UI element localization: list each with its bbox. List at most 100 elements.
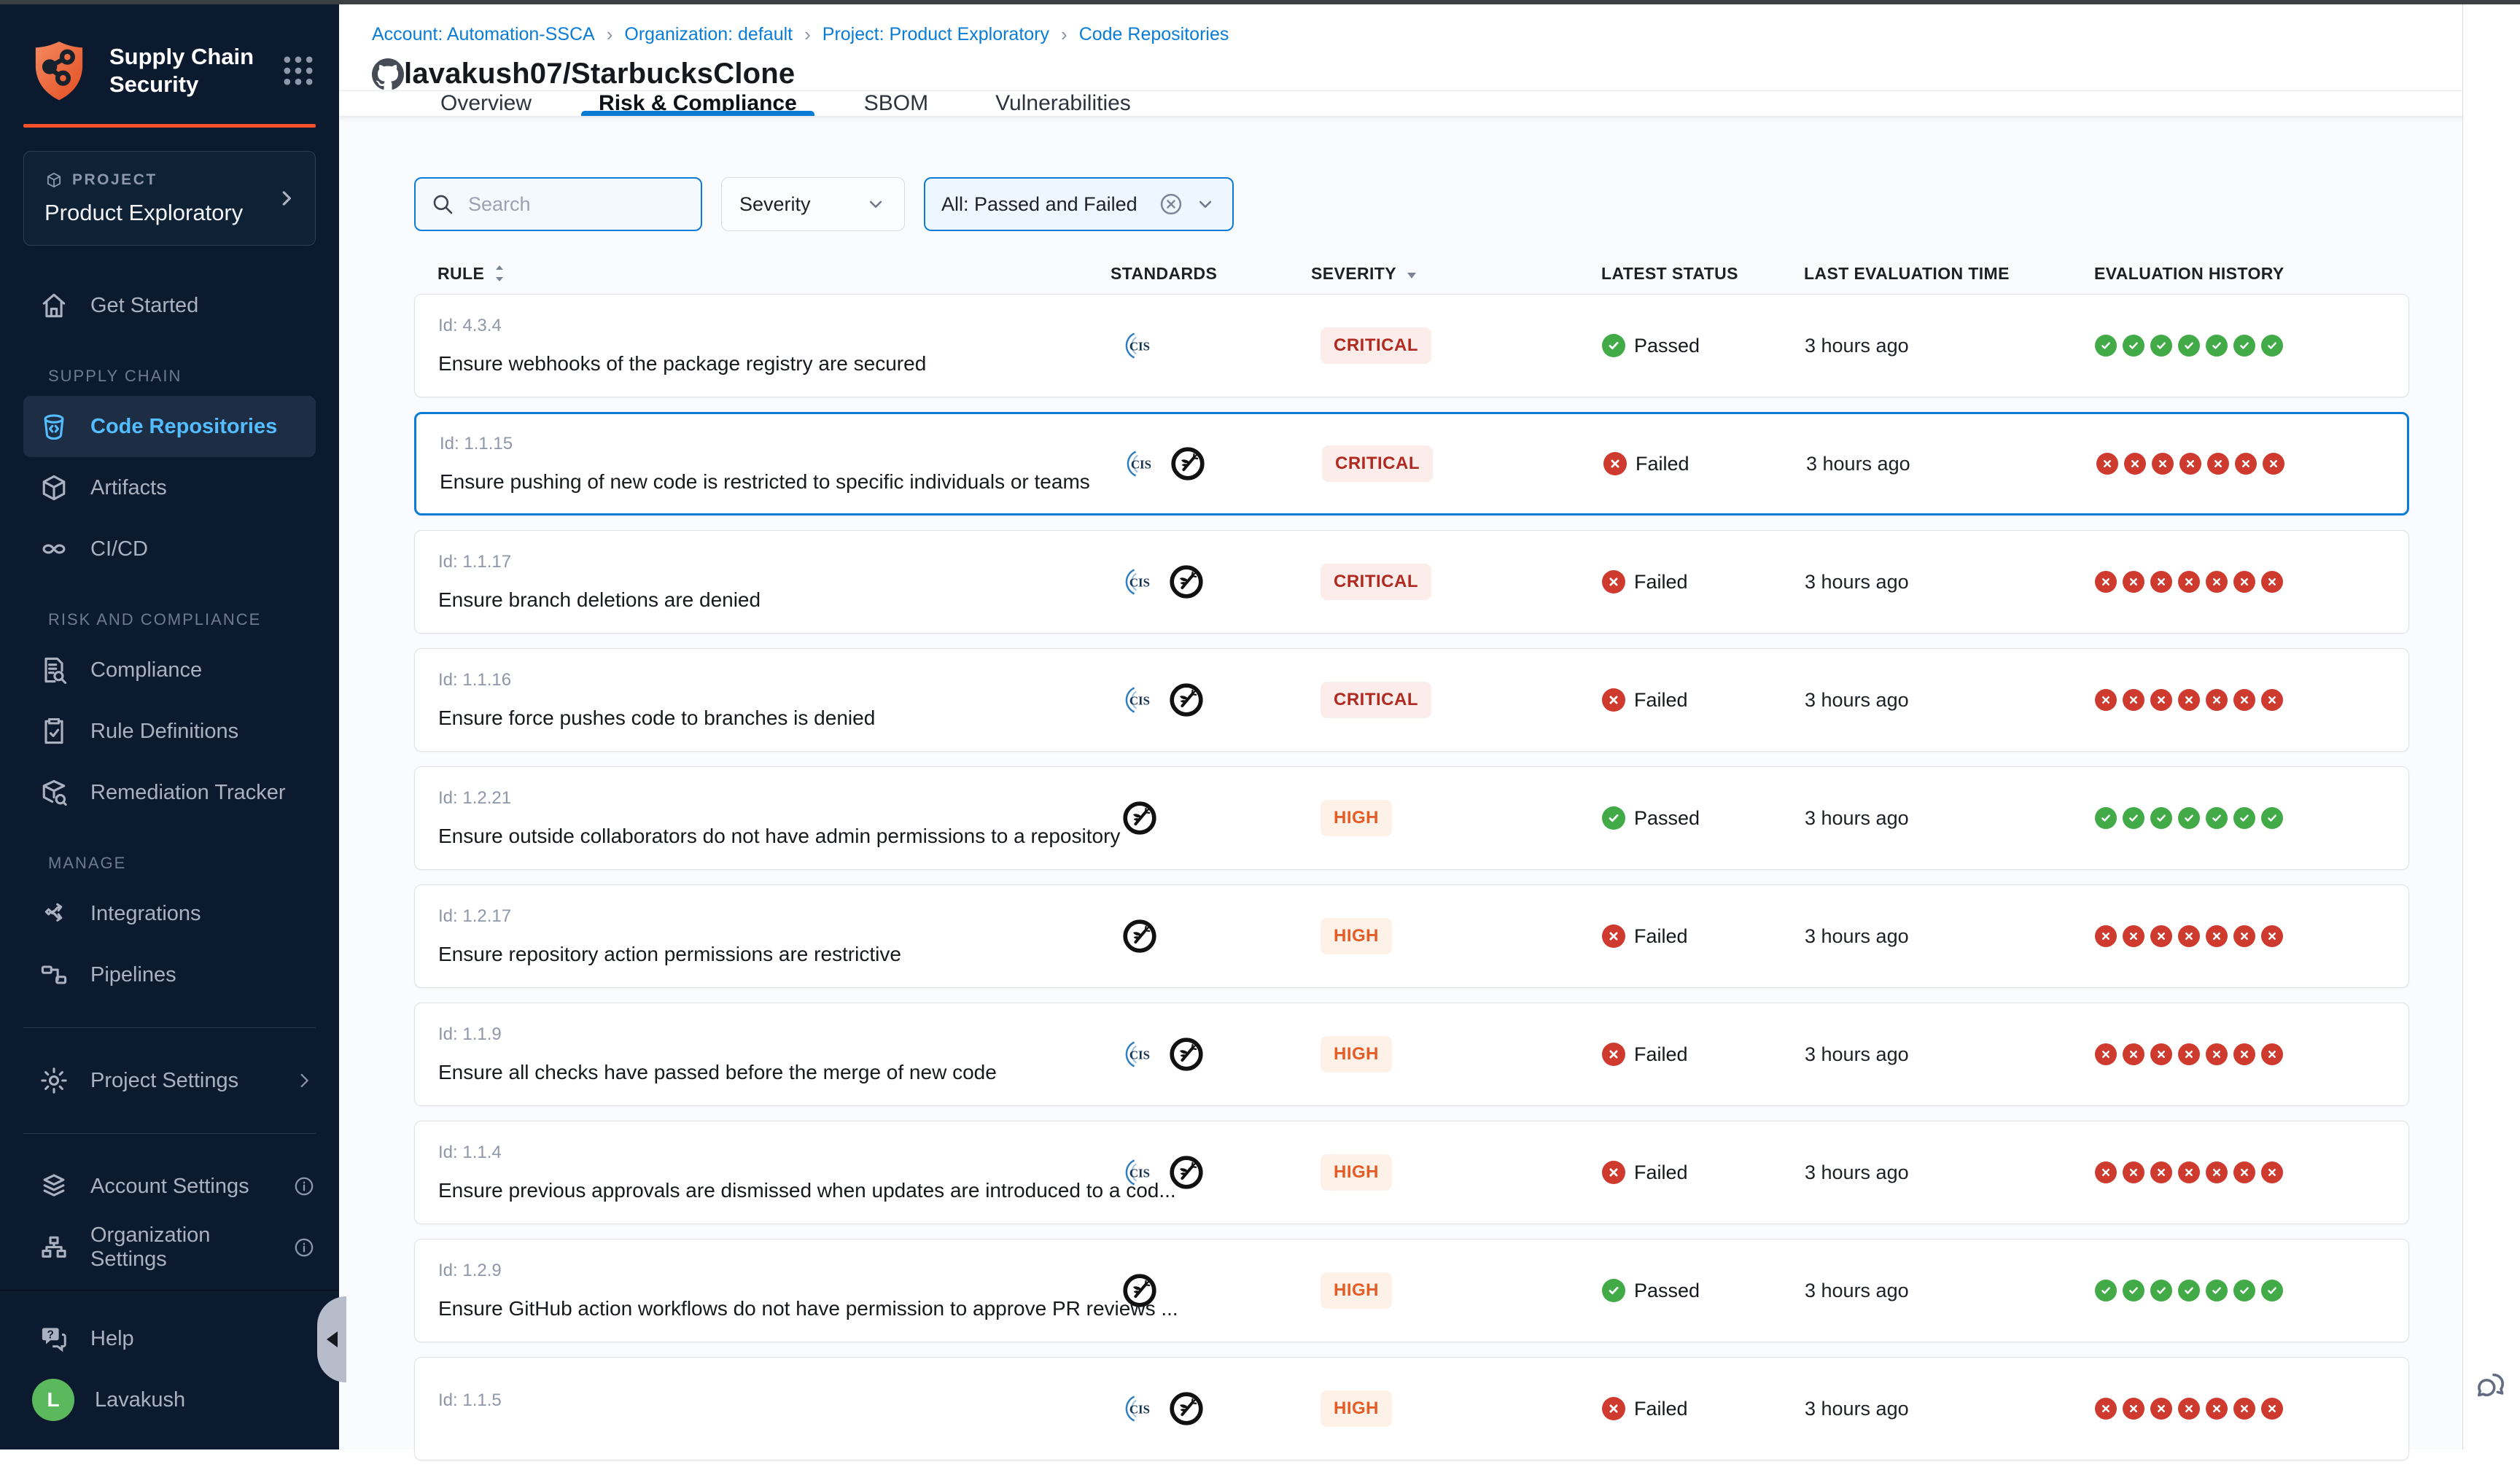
- rule-definitions-icon: [38, 715, 70, 747]
- sidebar-section-label: SUPPLY CHAIN: [48, 367, 339, 386]
- sidebar-item-artifacts[interactable]: Artifacts: [0, 457, 339, 518]
- search-box[interactable]: [414, 177, 702, 231]
- app-title: Supply Chain Security: [109, 43, 270, 98]
- rule-row[interactable]: Id: 1.1.16 Ensure force pushes code to b…: [414, 648, 2409, 752]
- history-pass-icon: [2123, 1280, 2144, 1301]
- history-fail-icon: [2261, 1161, 2283, 1183]
- avatar: L: [32, 1379, 74, 1421]
- severity-badge: CRITICAL: [1321, 682, 1431, 718]
- sidebar-item-code-repositories[interactable]: Code Repositories: [23, 396, 316, 457]
- sidebar-item-ci-cd[interactable]: CI/CD: [0, 518, 339, 580]
- sidebar-item-rule-definitions[interactable]: Rule Definitions: [0, 701, 339, 762]
- breadcrumb-link[interactable]: Code Repositories: [1079, 24, 1229, 45]
- rule-cell: Id: 1.1.17 Ensure branch deletions are d…: [415, 552, 1111, 612]
- rule-row[interactable]: Id: 1.2.17 Ensure repository action perm…: [414, 884, 2409, 988]
- info-icon: [292, 1175, 316, 1198]
- breadcrumb-link[interactable]: Project: Product Exploratory: [822, 24, 1049, 45]
- tab-sbom[interactable]: SBOM: [847, 91, 946, 116]
- status-text: Failed: [1634, 1043, 1688, 1066]
- history-fail-icon: [2096, 453, 2118, 475]
- rule-row[interactable]: Id: 1.1.17 Ensure branch deletions are d…: [414, 530, 2409, 634]
- project-selector[interactable]: PROJECT Product Exploratory: [23, 151, 316, 246]
- rule-row[interactable]: Id: 1.1.15 Ensure pushing of new code is…: [414, 412, 2409, 515]
- history-fail-icon: [2233, 689, 2255, 711]
- status-text: Passed: [1634, 1280, 1700, 1302]
- rule-row[interactable]: Id: 1.1.4 Ensure previous approvals are …: [414, 1121, 2409, 1224]
- tab-risk-compliance[interactable]: Risk & Compliance: [581, 91, 814, 116]
- column-header-severity[interactable]: SEVERITY: [1311, 264, 1566, 284]
- rule-row[interactable]: Id: 1.1.9 Ensure all checks have passed …: [414, 1003, 2409, 1106]
- artifacts-box-icon: [38, 472, 70, 504]
- sidebar-item-organization-settings[interactable]: Organization Settings: [0, 1217, 339, 1278]
- status-cell: Failed: [1567, 688, 1793, 712]
- evaluation-history: [2086, 453, 2407, 475]
- sidebar-item-account-settings[interactable]: Account Settings: [0, 1156, 339, 1217]
- standards-cell: CIS: [1113, 445, 1313, 482]
- page-header: Account: Automation-SSCA›Organization: d…: [339, 4, 2462, 91]
- history-fail-icon: [2206, 689, 2228, 711]
- status-cell: Passed: [1567, 334, 1793, 357]
- rule-name: Ensure GitHub action workflows do not ha…: [438, 1297, 1111, 1320]
- rule-id: Id: 1.2.21: [438, 788, 1111, 809]
- account-layers-icon: [38, 1170, 70, 1202]
- severity-badge: HIGH: [1321, 1390, 1392, 1427]
- breadcrumb-link[interactable]: Organization: default: [624, 24, 793, 45]
- history-pass-icon: [2178, 807, 2200, 829]
- search-icon: [430, 192, 455, 217]
- evaluation-time: 3 hours ago: [1793, 1280, 2085, 1302]
- severity-badge: HIGH: [1321, 918, 1392, 954]
- history-fail-icon: [2095, 689, 2117, 711]
- history-fail-icon: [2123, 1161, 2144, 1183]
- sidebar-item-integrations[interactable]: Integrations: [0, 883, 339, 944]
- history-pass-icon: [2123, 807, 2144, 829]
- help-label: Help: [90, 1327, 134, 1351]
- breadcrumb-link[interactable]: Account: Automation-SSCA: [372, 24, 595, 45]
- history-fail-icon: [2207, 453, 2229, 475]
- sidebar-item-project-settings[interactable]: Project Settings: [0, 1050, 339, 1111]
- sidebar-item-remediation-tracker[interactable]: Remediation Tracker: [0, 762, 339, 823]
- sort-desc-icon: [1404, 264, 1420, 283]
- support-chat-icon[interactable]: [2473, 1368, 2510, 1404]
- history-pass-icon: [2261, 335, 2283, 357]
- column-header-time: LAST EVALUATION TIME: [1792, 264, 2084, 284]
- history-pass-icon: [2150, 1280, 2172, 1301]
- tab-overview[interactable]: Overview: [423, 91, 549, 116]
- grid-apps-icon[interactable]: [279, 52, 317, 90]
- sidebar-item-compliance[interactable]: Compliance: [0, 639, 339, 701]
- status-failed-icon: [1602, 925, 1625, 948]
- rule-name: Ensure all checks have passed before the…: [438, 1061, 1111, 1084]
- tab-vulnerabilities[interactable]: Vulnerabilities: [978, 91, 1148, 116]
- severity-cell: CRITICAL: [1312, 327, 1567, 364]
- history-pass-icon: [2178, 1280, 2200, 1301]
- clear-filter-icon[interactable]: [1158, 191, 1184, 217]
- severity-filter[interactable]: Severity: [721, 177, 905, 231]
- rule-row[interactable]: Id: 1.2.21 Ensure outside collaborators …: [414, 766, 2409, 870]
- sidebar-collapse-handle[interactable]: [317, 1296, 346, 1382]
- help-button[interactable]: ? Help: [0, 1308, 339, 1369]
- history-fail-icon: [2095, 1161, 2117, 1183]
- evaluation-time: 3 hours ago: [1793, 1043, 2085, 1066]
- sidebar-item-pipelines[interactable]: Pipelines: [0, 944, 339, 1005]
- rule-row[interactable]: Id: 4.3.4 Ensure webhooks of the package…: [414, 294, 2409, 397]
- rule-row[interactable]: Id: 1.2.9 Ensure GitHub action workflows…: [414, 1239, 2409, 1342]
- page-title: lavakush07/StarbucksClone: [404, 58, 795, 90]
- history-pass-icon: [2261, 1280, 2283, 1301]
- search-input[interactable]: [467, 192, 686, 217]
- sidebar-divider: [23, 1027, 316, 1028]
- sidebar-item-get-started[interactable]: Get Started: [0, 275, 339, 336]
- column-header-rule[interactable]: RULE: [414, 264, 1111, 284]
- severity-cell: CRITICAL: [1312, 682, 1567, 718]
- rule-row[interactable]: Id: 1.1.5 CIS HIGH Failed 3 hours ago: [414, 1357, 2409, 1460]
- sidebar: Supply Chain Security PROJECT Product Ex…: [0, 4, 339, 1449]
- status-cell: Failed: [1567, 570, 1793, 593]
- rule-name: Ensure previous approvals are dismissed …: [438, 1179, 1111, 1202]
- history-pass-icon: [2178, 335, 2200, 357]
- status-text: Failed: [1636, 453, 1689, 475]
- history-fail-icon: [2123, 925, 2144, 947]
- rule-id: Id: 1.1.5: [438, 1390, 1111, 1411]
- status-filter[interactable]: All: Passed and Failed: [924, 177, 1234, 231]
- user-menu[interactable]: L Lavakush: [0, 1369, 339, 1431]
- rule-cell: Id: 1.1.4 Ensure previous approvals are …: [415, 1143, 1111, 1202]
- svg-text:CIS: CIS: [1129, 1166, 1150, 1180]
- cis-badge: CIS: [1121, 1156, 1155, 1189]
